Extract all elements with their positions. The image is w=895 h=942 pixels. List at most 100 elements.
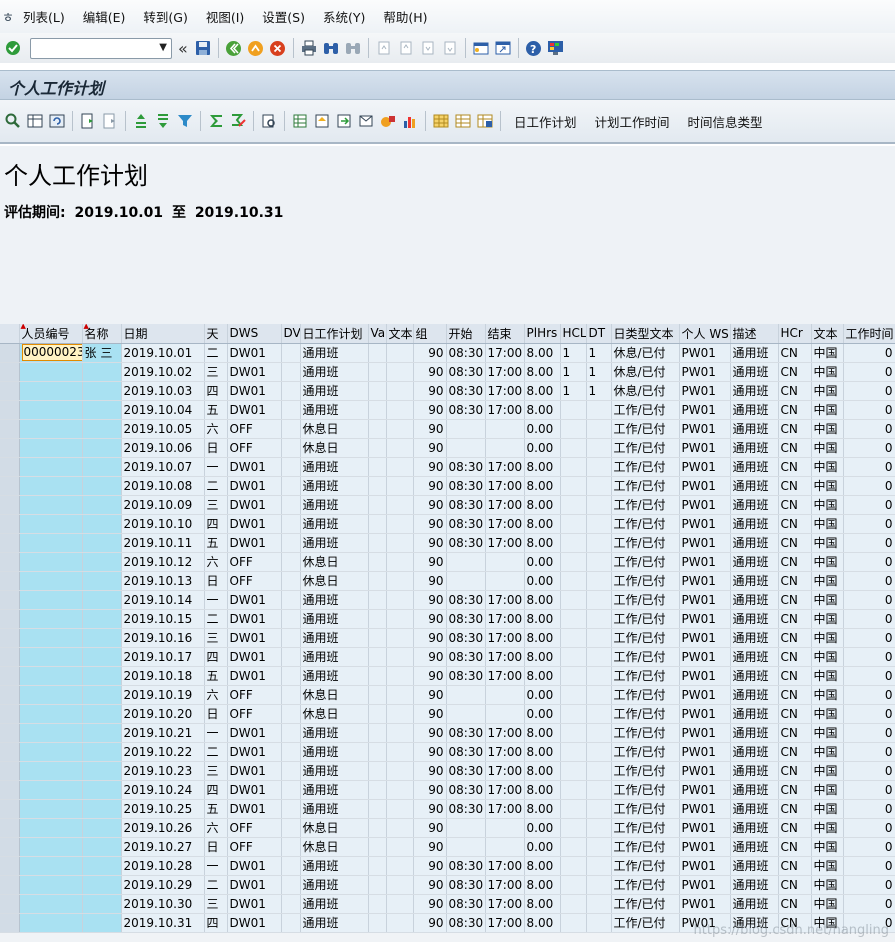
row-selector[interactable]	[0, 761, 20, 781]
table-cell[interactable]	[368, 495, 387, 515]
table-cell[interactable]: 休息/已付	[611, 381, 680, 401]
table-cell[interactable]	[586, 400, 612, 420]
table-cell[interactable]	[368, 628, 387, 648]
table-cell[interactable]	[281, 381, 301, 401]
table-cell[interactable]: 通用班	[300, 913, 369, 933]
cell-name[interactable]	[82, 837, 122, 857]
table-cell[interactable]: CN	[778, 381, 812, 401]
table-cell[interactable]: 8.00	[524, 343, 561, 363]
table-cell[interactable]: PW01	[679, 419, 731, 439]
table-cell[interactable]: 中国	[811, 875, 844, 895]
table-cell[interactable]: CN	[778, 761, 812, 781]
table-cell[interactable]: 通用班	[730, 647, 779, 667]
cell-pernr[interactable]	[19, 666, 83, 686]
row-selector[interactable]	[0, 343, 20, 363]
table-cell[interactable]: 8.00	[524, 913, 561, 933]
table-cell[interactable]: 中国	[811, 514, 844, 534]
table-cell[interactable]	[386, 742, 414, 762]
table-cell[interactable]: 六	[204, 419, 228, 439]
cell-pernr[interactable]	[19, 761, 83, 781]
table-cell[interactable]: PW01	[679, 476, 731, 496]
table-cell[interactable]: 中国	[811, 495, 844, 515]
table-cell[interactable]: 通用班	[300, 609, 369, 629]
chevron-down-icon[interactable]: ▼	[159, 42, 167, 53]
table-cell[interactable]	[281, 628, 301, 648]
table-cell[interactable]: 中国	[811, 343, 844, 363]
table-cell[interactable]: CN	[778, 837, 812, 857]
table-cell[interactable]	[281, 457, 301, 477]
shortcut-icon[interactable]	[493, 38, 513, 58]
table-cell[interactable]: 通用班	[730, 685, 779, 705]
cell-pernr[interactable]	[19, 856, 83, 876]
table-cell[interactable]	[560, 647, 587, 667]
table-cell[interactable]	[586, 875, 612, 895]
cell-name[interactable]	[82, 400, 122, 420]
table-cell[interactable]	[586, 552, 612, 572]
table-cell[interactable]: 2019.10.06	[121, 438, 205, 458]
table-cell[interactable]: 17:00	[485, 666, 525, 686]
table-cell[interactable]: 17:00	[485, 457, 525, 477]
cell-pernr[interactable]	[19, 362, 83, 382]
menu-goto[interactable]: 转到(G)	[134, 7, 196, 26]
table-cell[interactable]: DW01	[227, 742, 282, 762]
table-cell[interactable]: DW01	[227, 457, 282, 477]
table-cell[interactable]: 0	[843, 818, 895, 838]
cell-name[interactable]	[82, 647, 122, 667]
table-cell[interactable]: 17:00	[485, 780, 525, 800]
table-cell[interactable]: 17:00	[485, 533, 525, 553]
detail-icon[interactable]	[3, 111, 23, 131]
select-layout-icon[interactable]	[25, 111, 45, 131]
cell-pernr[interactable]	[19, 723, 83, 743]
table-cell[interactable]: 0	[843, 419, 895, 439]
table-cell[interactable]	[586, 818, 612, 838]
table-cell[interactable]: PW01	[679, 818, 731, 838]
table-cell[interactable]: DW01	[227, 533, 282, 553]
table-cell[interactable]: 通用班	[300, 362, 369, 382]
table-cell[interactable]	[485, 837, 525, 857]
table-cell[interactable]: 2019.10.16	[121, 628, 205, 648]
table-cell[interactable]	[485, 419, 525, 439]
table-cell[interactable]	[485, 438, 525, 458]
table-cell[interactable]: 三	[204, 761, 228, 781]
table-cell[interactable]: 0.00	[524, 419, 561, 439]
table-cell[interactable]	[386, 419, 414, 439]
table-cell[interactable]: 17:00	[485, 495, 525, 515]
table-cell[interactable]: 通用班	[300, 856, 369, 876]
cell-pernr[interactable]	[19, 419, 83, 439]
table-cell[interactable]: 17:00	[485, 381, 525, 401]
pernr-value[interactable]: 00000023	[21, 344, 81, 361]
table-cell[interactable]: DW01	[227, 590, 282, 610]
table-cell[interactable]: DW01	[227, 894, 282, 914]
table-cell[interactable]	[386, 362, 414, 382]
table-cell[interactable]	[386, 381, 414, 401]
table-cell[interactable]: 2019.10.19	[121, 685, 205, 705]
table-cell[interactable]	[586, 628, 612, 648]
table-cell[interactable]	[586, 780, 612, 800]
table-cell[interactable]: 17:00	[485, 723, 525, 743]
subtotal-icon[interactable]	[228, 111, 248, 131]
table-cell[interactable]: 08:30	[446, 495, 486, 515]
table-cell[interactable]	[586, 438, 612, 458]
table-cell[interactable]: 2019.10.26	[121, 818, 205, 838]
table-cell[interactable]: 中国	[811, 419, 844, 439]
cell-pernr[interactable]	[19, 780, 83, 800]
table-cell[interactable]: 17:00	[485, 761, 525, 781]
column-header-va-col[interactable]: Va	[368, 324, 387, 344]
table-cell[interactable]: 8.00	[524, 723, 561, 743]
table-cell[interactable]: 2019.10.24	[121, 780, 205, 800]
table-cell[interactable]: PW01	[679, 761, 731, 781]
table-cell[interactable]: 通用班	[730, 590, 779, 610]
collapse-icon[interactable]: «	[178, 39, 188, 58]
table-cell[interactable]: CN	[778, 780, 812, 800]
enter-check-icon[interactable]	[3, 38, 23, 58]
table-cell[interactable]: 工作/已付	[611, 609, 680, 629]
table-cell[interactable]: PW01	[679, 457, 731, 477]
table-cell[interactable]: PW01	[679, 837, 731, 857]
table-cell[interactable]: 8.00	[524, 381, 561, 401]
cell-name[interactable]	[82, 476, 122, 496]
cell-name[interactable]	[82, 685, 122, 705]
table-cell[interactable]	[281, 571, 301, 591]
table-cell[interactable]	[281, 514, 301, 534]
table-cell[interactable]	[368, 742, 387, 762]
table-cell[interactable]: DW01	[227, 856, 282, 876]
